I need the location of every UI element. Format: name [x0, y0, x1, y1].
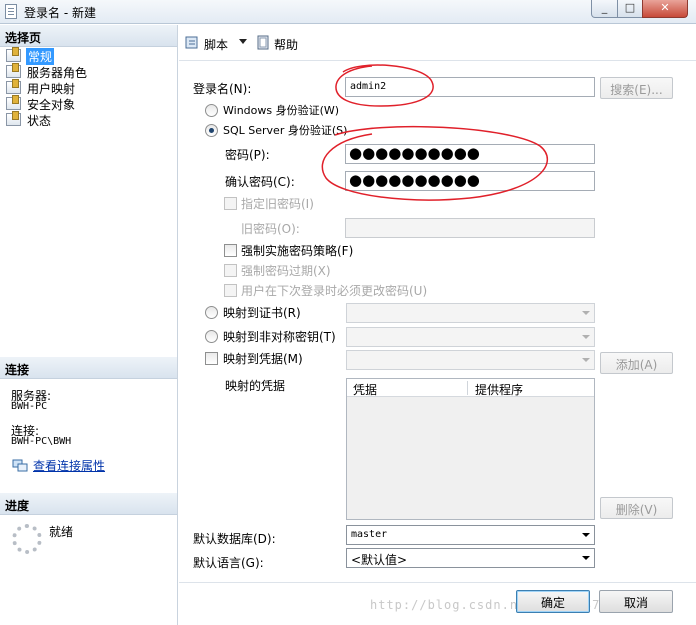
grid-column-provider: 提供程序 — [475, 383, 524, 397]
document-icon — [5, 4, 17, 19]
enforce-password-policy-checkbox[interactable] — [224, 244, 237, 257]
sql-auth-label: SQL Server 身份验证(S) — [223, 124, 348, 137]
column-separator — [467, 381, 468, 395]
view-connection-properties-link[interactable]: 查看连接属性 — [33, 457, 105, 474]
maximize-button[interactable]: □ — [617, 0, 643, 18]
minimize-button[interactable]: _ — [591, 0, 618, 18]
select-page-header: 选择页 — [0, 25, 177, 47]
confirm-password-input[interactable]: ●●●●●●●●●● — [345, 171, 595, 191]
progress-status: 就绪 — [49, 525, 74, 539]
password-label: 密码(P): — [225, 148, 270, 162]
help-icon — [257, 35, 269, 50]
asymmetric-key-select[interactable] — [346, 327, 595, 347]
dropdown-arrow-icon — [582, 311, 590, 315]
sql-auth-radio[interactable] — [205, 124, 218, 137]
grid-column-credential: 凭据 — [353, 383, 378, 397]
password-input[interactable]: ●●●●●●●●●● — [345, 144, 595, 164]
dropdown-arrow-icon — [582, 556, 590, 560]
specify-old-password-checkbox[interactable] — [224, 197, 237, 210]
default-database-value: master — [351, 529, 388, 540]
search-button[interactable]: 搜索(E)... — [600, 77, 673, 99]
page-label: 用户映射 — [27, 82, 76, 96]
specify-old-password-label: 指定旧密码(I) — [241, 197, 314, 211]
maximize-icon: □ — [624, 1, 636, 14]
page-label: 常规 — [26, 48, 55, 65]
login-name-label: 登录名(N): — [193, 82, 252, 96]
connection-header: 连接 — [0, 357, 177, 379]
map-to-credential-label: 映射到凭据(M) — [223, 352, 303, 366]
connection-value: BWH-PC\BWH — [11, 436, 72, 447]
mapped-credentials-label: 映射的凭据 — [225, 379, 286, 393]
confirm-password-label: 确认密码(C): — [225, 175, 295, 189]
page-label: 服务器角色 — [27, 66, 88, 80]
cancel-button[interactable]: 取消 — [599, 590, 673, 613]
enforce-password-policy-label: 强制实施密码策略(F) — [241, 244, 354, 258]
page-icon — [6, 111, 21, 126]
must-change-label: 用户在下次登录时必须更改密码(U) — [241, 284, 428, 298]
enforce-expiration-checkbox[interactable] — [224, 264, 237, 277]
window-title: 登录名 - 新建 — [24, 6, 96, 20]
page-label: 安全对象 — [27, 98, 76, 112]
script-icon — [185, 36, 198, 49]
progress-spinner-icon — [12, 524, 42, 554]
map-to-asymmetric-key-radio[interactable] — [205, 330, 218, 343]
dropdown-arrow-icon — [582, 358, 590, 362]
certificate-select[interactable] — [346, 303, 595, 323]
credential-select[interactable] — [346, 350, 595, 370]
progress-header: 进度 — [0, 493, 177, 515]
default-database-label: 默认数据库(D): — [193, 532, 276, 546]
default-language-value: <默认值> — [351, 553, 408, 567]
connection-properties-icon — [12, 459, 28, 472]
login-name-input[interactable]: admin2 — [345, 77, 595, 97]
remove-credential-button[interactable]: 删除(V) — [600, 497, 673, 519]
help-button[interactable]: 帮助 — [274, 36, 298, 53]
minimize-icon: _ — [601, 1, 608, 14]
server-value: BWH-PC — [11, 401, 48, 412]
default-language-select[interactable]: <默认值> — [346, 548, 595, 568]
default-language-label: 默认语言(G): — [193, 556, 264, 570]
map-to-credential-checkbox[interactable] — [205, 352, 218, 365]
dropdown-arrow-icon — [582, 335, 590, 339]
windows-auth-radio[interactable] — [205, 104, 218, 117]
old-password-input[interactable] — [345, 218, 595, 238]
page-label: 状态 — [27, 114, 52, 128]
windows-auth-label: Windows 身份验证(W) — [223, 104, 340, 117]
page-icon — [6, 95, 21, 110]
title-bar: 登录名 - 新建 _ □ ✕ — [0, 0, 696, 24]
must-change-checkbox[interactable] — [224, 284, 237, 297]
page-icon — [6, 63, 21, 78]
close-icon: ✕ — [660, 1, 670, 14]
dropdown-arrow-icon — [582, 533, 590, 537]
default-database-select[interactable]: master — [346, 525, 595, 545]
close-button[interactable]: ✕ — [642, 0, 688, 18]
map-to-certificate-radio[interactable] — [205, 306, 218, 319]
map-to-certificate-label: 映射到证书(R) — [223, 306, 301, 320]
toolbar: 脚本 帮助 — [179, 25, 696, 61]
mapped-credentials-grid[interactable]: 凭据 提供程序 — [346, 378, 595, 520]
ok-button[interactable]: 确定 — [516, 590, 590, 613]
map-to-asymmetric-key-label: 映射到非对称密钥(T) — [223, 330, 336, 344]
left-pane: 选择页 常规 服务器角色 用户映射 安全对象 状态 连接 服务器: BWH-PC… — [0, 25, 178, 625]
enforce-expiration-label: 强制密码过期(X) — [241, 264, 331, 278]
page-icon — [6, 47, 21, 62]
page-icon — [6, 79, 21, 94]
old-password-label: 旧密码(O): — [241, 222, 300, 236]
script-button[interactable]: 脚本 — [204, 36, 228, 53]
chevron-down-icon[interactable] — [239, 39, 248, 45]
grid-header: 凭据 提供程序 — [347, 379, 594, 397]
add-credential-button[interactable]: 添加(A) — [600, 352, 673, 374]
